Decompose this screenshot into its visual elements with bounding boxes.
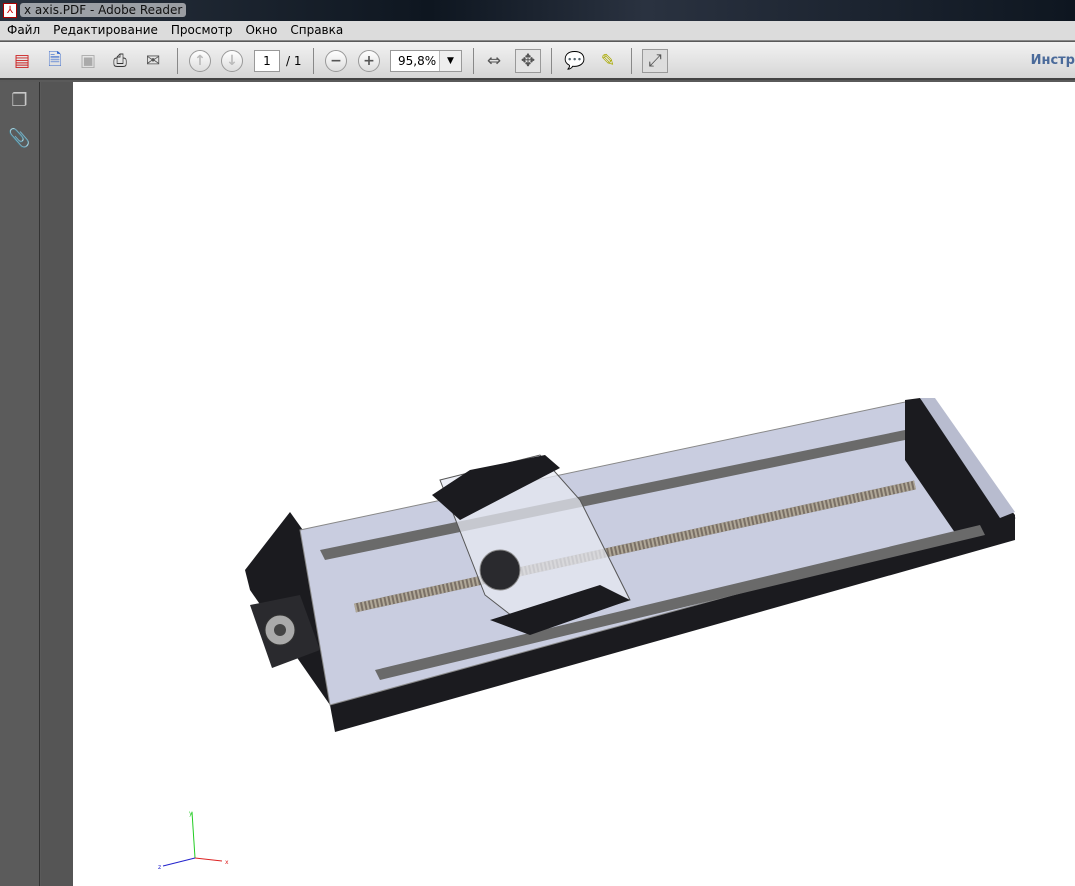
axis-z-label: z [158,864,161,871]
axis-y-label: y [189,810,193,817]
3d-model[interactable]: y x z [0,0,1075,886]
axis-x-label: x [225,859,229,866]
ball-nut [479,549,521,591]
axis-triad: y x z [158,810,229,871]
